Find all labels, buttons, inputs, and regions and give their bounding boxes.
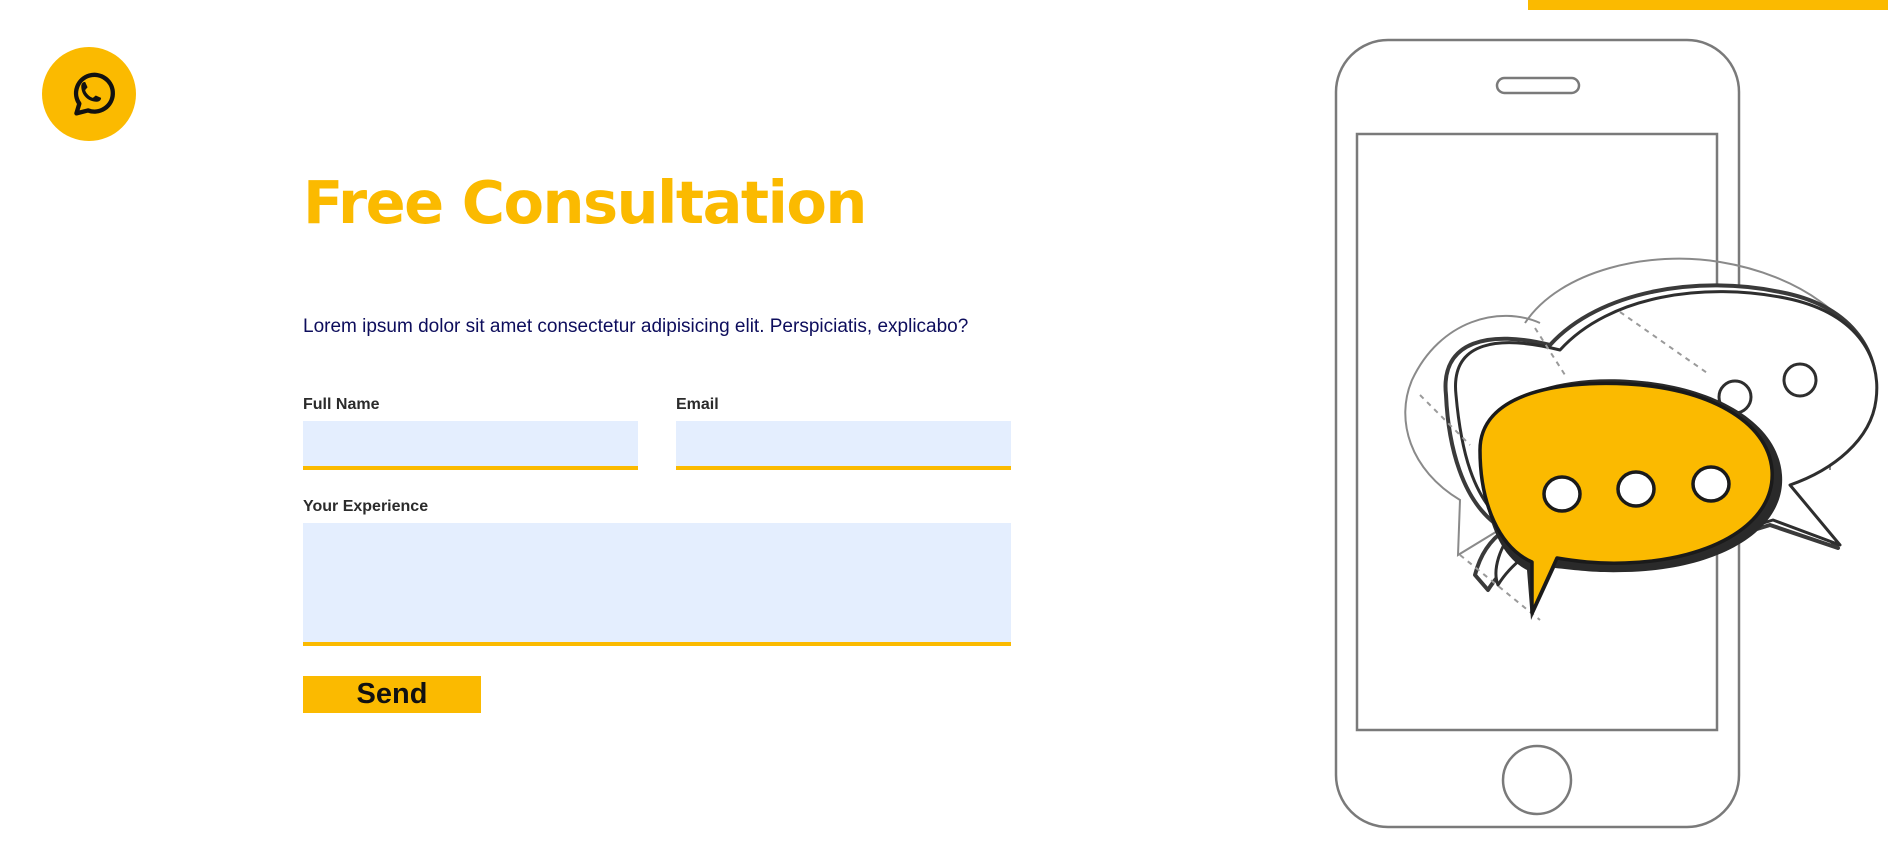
full-name-input[interactable]	[303, 421, 638, 470]
experience-textarea[interactable]	[303, 523, 1011, 646]
top-accent-bar	[1528, 0, 1888, 10]
whatsapp-icon	[73, 72, 115, 116]
page: Free Consultation Lorem ipsum dolor sit …	[0, 0, 1888, 844]
page-title: Free Consultation	[303, 168, 867, 237]
white-bubble-dot	[1782, 362, 1818, 398]
yellow-bubble-dot	[1691, 465, 1731, 503]
full-name-label: Full Name	[303, 396, 380, 413]
yellow-bubble-dot	[1616, 470, 1656, 508]
phone-speaker	[1495, 76, 1581, 95]
phone-home-button	[1501, 744, 1573, 816]
email-input[interactable]	[676, 421, 1011, 470]
yellow-bubble-dot	[1542, 475, 1582, 513]
send-button[interactable]: Send	[303, 676, 481, 713]
phone-chat-illustration	[1334, 38, 1879, 829]
form-description: Lorem ipsum dolor sit amet consectetur a…	[303, 316, 969, 337]
whatsapp-button[interactable]	[42, 47, 136, 141]
email-label: Email	[676, 396, 719, 413]
experience-label: Your Experience	[303, 498, 429, 515]
